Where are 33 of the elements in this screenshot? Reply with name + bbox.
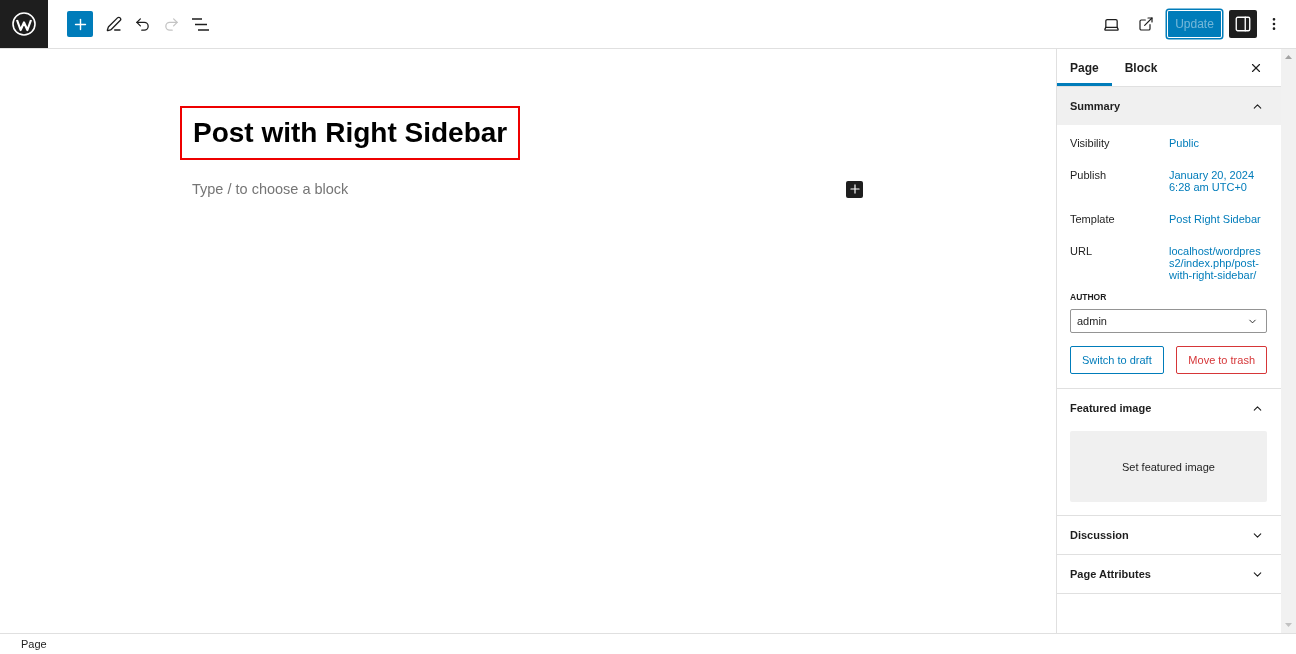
scrollbar[interactable] bbox=[1281, 49, 1296, 633]
summary-link[interactable]: Public bbox=[1169, 137, 1262, 149]
scroll-down-icon bbox=[1285, 623, 1292, 627]
paragraph-field[interactable]: Type / to choose a block bbox=[192, 179, 349, 199]
list-view-icon bbox=[192, 17, 209, 31]
title-field[interactable]: Post with Right Sidebar bbox=[180, 106, 521, 160]
add-block-button[interactable] bbox=[846, 180, 863, 198]
author-label: AUTHOR bbox=[1070, 291, 1108, 303]
redo-icon bbox=[163, 15, 180, 33]
logo-button[interactable] bbox=[0, 0, 48, 48]
summary-label: Template bbox=[1070, 213, 1116, 225]
panel-header[interactable]: Summary bbox=[1057, 87, 1281, 125]
external-link-icon bbox=[1138, 16, 1154, 32]
undo-icon bbox=[134, 15, 151, 33]
set-featured-image-button[interactable]: Set featured image bbox=[1070, 431, 1267, 502]
logo-icon bbox=[12, 12, 36, 36]
breadcrumb[interactable]: Page bbox=[21, 638, 47, 650]
sidebar-tab[interactable]: Page bbox=[1057, 49, 1112, 86]
sidebar-icon bbox=[1234, 15, 1252, 33]
summary-label: URL bbox=[1070, 245, 1093, 259]
settings-toggle-button[interactable] bbox=[1229, 10, 1257, 38]
scroll-up-icon bbox=[1285, 55, 1292, 59]
summary-label: Visibility bbox=[1070, 137, 1111, 149]
trash-button[interactable]: Move to trash bbox=[1176, 346, 1267, 374]
author-select[interactable]: admin bbox=[1070, 309, 1267, 333]
plus-icon bbox=[847, 182, 862, 196]
sidebar-tab[interactable]: Block bbox=[1111, 49, 1171, 86]
pen-icon bbox=[105, 16, 122, 32]
draft-button[interactable]: Switch to draft bbox=[1070, 346, 1164, 374]
summary-link[interactable]: Post Right Sidebar bbox=[1169, 213, 1262, 225]
summary-link[interactable]: localhost/wordpress2/index.php/post-with-right-sidebar/ bbox=[1169, 245, 1262, 281]
summary-link[interactable]: January 20, 2024 6:28 am UTC+0 bbox=[1169, 169, 1262, 193]
summary-label: Publish bbox=[1070, 169, 1108, 183]
